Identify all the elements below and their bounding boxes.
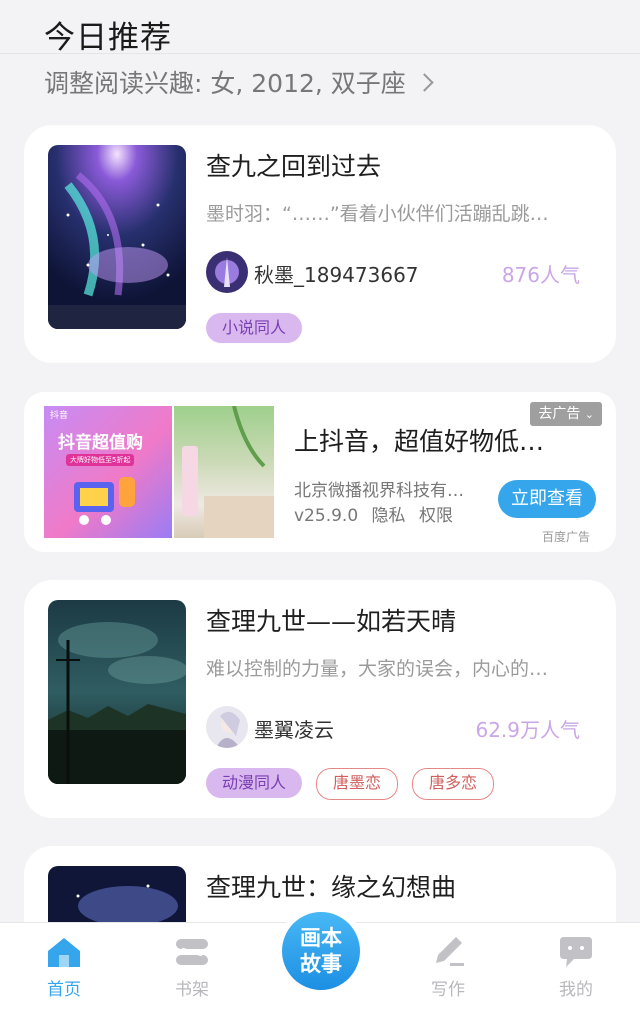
ad-image-title: 抖音超值购: [58, 433, 143, 453]
ad-image[interactable]: 抖音 抖音超值购 大牌好物低至5折起: [44, 406, 274, 538]
book-cover[interactable]: [48, 600, 186, 784]
reading-preferences-link[interactable]: 调整阅读兴趣: 女, 2012, 双子座: [44, 64, 434, 100]
cover-art-night-field: [48, 600, 186, 784]
tag[interactable]: 唐多恋: [412, 768, 495, 800]
chevron-right-icon: [415, 72, 434, 92]
nav-item-write[interactable]: 写作: [400, 935, 496, 1000]
pencil-icon: [436, 937, 464, 966]
popularity-count: 876人气: [501, 263, 580, 287]
cover-art-aurora: [48, 145, 186, 329]
ad-privacy-link[interactable]: 隐私: [372, 506, 406, 526]
ad-version: v25.9.0: [294, 506, 359, 526]
tag-list: 小说同人: [206, 313, 303, 343]
tag[interactable]: 小说同人: [206, 313, 303, 343]
ad-meta: v25.9.0 隐私 权限: [294, 501, 453, 526]
popularity-count: 62.9万人气: [475, 718, 580, 742]
nav-label: 书架: [175, 980, 209, 1000]
create-story-button[interactable]: 画本故事: [276, 906, 366, 996]
author-name[interactable]: 秋墨_189473667: [254, 259, 419, 288]
book-description: 难以控制的力量，大家的误会，内心的…: [206, 658, 549, 680]
home-icon: [48, 938, 80, 967]
ad-image-promo: 抖音 抖音超值购 大牌好物低至5折起: [44, 406, 172, 538]
book-card[interactable]: 查理九世——如若天晴 难以控制的力量，大家的误会，内心的… 墨翼凌云 62.9万…: [24, 580, 616, 818]
ad-image-subtitle: 大牌好物低至5折起: [66, 454, 135, 466]
bookshelf-icon: [176, 939, 208, 965]
ad-company: 北京微播视界科技有…: [294, 481, 464, 501]
nav-label: 写作: [431, 980, 465, 1000]
ad-title[interactable]: 上抖音，超值好物低…: [294, 422, 544, 458]
ad-permissions-link[interactable]: 权限: [419, 506, 453, 526]
page-title: 今日推荐: [44, 20, 172, 56]
author-name[interactable]: 墨翼凌云: [254, 714, 334, 743]
book-title[interactable]: 查九之回到过去: [206, 147, 381, 183]
nav-item-profile[interactable]: 我的: [528, 935, 624, 1000]
author-avatar[interactable]: [206, 251, 248, 293]
author-avatar[interactable]: [206, 706, 248, 748]
nav-label: 首页: [47, 980, 81, 1000]
tag[interactable]: 唐墨恋: [316, 768, 399, 800]
ad-card[interactable]: 抖音 抖音超值购 大牌好物低至5折起 上抖音，超值好物低… 北京微播视界科技有……: [24, 392, 616, 552]
shopping-cart-icon: [74, 477, 135, 525]
ad-view-button[interactable]: 立即查看: [498, 480, 596, 518]
tag[interactable]: 动漫同人: [206, 768, 303, 798]
remove-ad-button[interactable]: 去广告 ⌄: [530, 402, 602, 426]
header-divider: [0, 53, 640, 54]
header: 今日推荐 调整阅读兴趣: 女, 2012, 双子座: [0, 0, 640, 108]
nav-item-home[interactable]: 首页: [16, 935, 112, 1000]
book-title[interactable]: 查理九世——如若天晴: [206, 602, 456, 638]
chevron-down-icon: ⌄: [584, 408, 594, 421]
ad-image-brand: 抖音: [50, 411, 69, 421]
book-description: 墨时羽：“……”看着小伙伴们活蹦乱跳…: [206, 203, 549, 225]
book-cover[interactable]: [48, 145, 186, 329]
reading-preferences-label: 调整阅读兴趣: 女, 2012, 双子座: [44, 69, 406, 98]
chat-bubble-icon: [560, 937, 592, 967]
book-title[interactable]: 查理九世：缘之幻想曲: [206, 868, 456, 904]
ad-image-product: [174, 406, 274, 538]
book-card[interactable]: 查九之回到过去 墨时羽：“……”看着小伙伴们活蹦乱跳… 秋墨_189473667…: [24, 125, 616, 363]
create-story-label: 画本故事: [282, 912, 360, 990]
ad-source: 百度广告: [541, 530, 590, 544]
remove-ad-label: 去广告: [538, 406, 581, 422]
nav-item-bookshelf[interactable]: 书架: [144, 935, 240, 1000]
tag-list: 动漫同人 唐墨恋 唐多恋: [206, 768, 495, 800]
nav-label: 我的: [559, 980, 593, 1000]
